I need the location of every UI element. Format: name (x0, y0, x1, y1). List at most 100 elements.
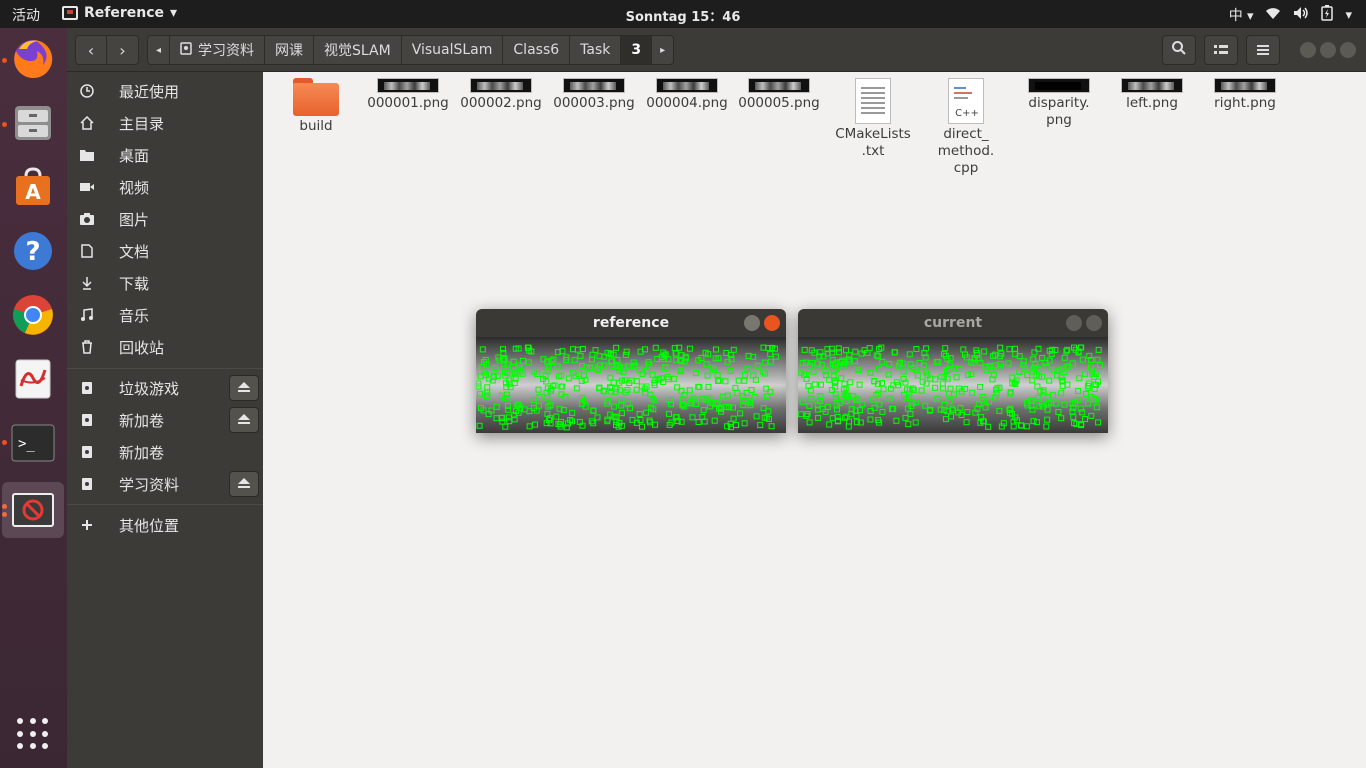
sidebar-item-desktop[interactable]: 桌面 (67, 140, 263, 170)
camera-icon (79, 211, 95, 227)
file-name: right.png (1214, 95, 1276, 111)
sidebar-device-3[interactable]: 新加卷 (67, 437, 263, 467)
view-mode-button[interactable] (1204, 35, 1238, 65)
firefox-icon[interactable] (8, 34, 58, 84)
sidebar-item-label: 回收站 (119, 338, 165, 357)
close-button[interactable] (764, 315, 780, 331)
image-thumbnail (377, 78, 439, 93)
close-button[interactable] (1086, 315, 1102, 331)
document-viewer-icon[interactable] (8, 354, 58, 404)
file-item[interactable]: right.png (1200, 78, 1290, 112)
file-item[interactable]: C++ direct_ method. cpp (921, 78, 1011, 177)
folder-icon (293, 78, 339, 116)
sidebar-device-1[interactable]: 垃圾游戏 (67, 373, 263, 403)
sidebar-item-music[interactable]: 音乐 (67, 300, 263, 330)
minimize-button[interactable] (744, 315, 760, 331)
breadcrumb-item[interactable]: Task (570, 36, 622, 64)
sidebar-item-label: 学习资料 (119, 475, 180, 494)
file-cabinet-icon[interactable] (8, 98, 58, 148)
breadcrumb-item[interactable]: 视觉SLAM (314, 36, 402, 64)
file-item-build[interactable]: build (271, 78, 361, 135)
image-thumbnail (470, 78, 532, 93)
file-item[interactable]: 000002.png (456, 78, 546, 112)
help-icon[interactable]: ? (8, 226, 58, 276)
breadcrumb-label: Class6 (513, 42, 560, 58)
back-button[interactable]: ‹ (75, 35, 107, 65)
eject-icon (237, 379, 251, 397)
eject-button[interactable] (229, 375, 259, 401)
sidebar-item-downloads[interactable]: 下载 (67, 268, 263, 298)
app-menu[interactable]: Reference ▾ (62, 5, 177, 21)
breadcrumb-item[interactable]: VisualSLam (402, 36, 504, 64)
activities-button[interactable]: 活动 (12, 5, 40, 25)
sidebar-other-locations[interactable]: 其他位置 (67, 510, 263, 540)
file-item[interactable]: 000003.png (549, 78, 639, 112)
file-item[interactable]: disparity. png (1014, 78, 1104, 129)
minimize-button[interactable] (1066, 315, 1082, 331)
forward-button[interactable]: › (107, 35, 139, 65)
input-method-menu[interactable]: 中 ▾ (1229, 5, 1254, 25)
sidebar-item-pictures[interactable]: 图片 (67, 204, 263, 234)
close-button[interactable] (1340, 42, 1356, 58)
sidebar-item-documents[interactable]: 文档 (67, 236, 263, 266)
eject-button[interactable] (229, 407, 259, 433)
breadcrumb-current[interactable]: 3 (621, 36, 653, 64)
reference-window[interactable]: reference (476, 309, 786, 433)
sidebar-item-trash[interactable]: 回收站 (67, 332, 263, 362)
software-store-icon[interactable]: A (8, 162, 58, 212)
search-button[interactable] (1162, 35, 1196, 65)
maximize-button[interactable] (1320, 42, 1336, 58)
file-item[interactable]: CMakeLists .txt (828, 78, 918, 160)
battery-icon (1321, 5, 1334, 25)
sidebar-device-4[interactable]: 学习资料 (67, 469, 263, 499)
sidebar-item-label: 主目录 (119, 114, 165, 133)
breadcrumb-item[interactable]: 网课 (265, 36, 315, 64)
sidebar-device-2[interactable]: 新加卷 (67, 405, 263, 435)
file-item[interactable]: left.png (1107, 78, 1197, 112)
breadcrumb-label: 学习资料 (198, 43, 255, 59)
dock: A ? >_ (0, 28, 67, 768)
clock-icon (79, 83, 95, 99)
drive-icon (79, 412, 95, 428)
image-thumbnail (1214, 78, 1276, 93)
breadcrumb-item[interactable]: Class6 (503, 36, 571, 64)
breadcrumb-scroll-right[interactable]: ▸ (652, 36, 673, 64)
clock[interactable]: Sonntag 15：46 (626, 10, 741, 25)
app-menu-label: Reference (84, 5, 165, 21)
minimize-button[interactable] (1300, 42, 1316, 58)
system-tray[interactable]: 中 ▾ ▾ (1229, 5, 1352, 25)
sidebar-item-label: 音乐 (119, 306, 150, 325)
download-icon (79, 275, 95, 291)
sidebar-item-label: 垃圾游戏 (119, 379, 180, 398)
breadcrumb-scroll-left[interactable]: ◂ (148, 36, 171, 64)
terminal-icon[interactable]: >_ (8, 418, 58, 468)
window-title: current (923, 315, 983, 331)
feature-image (798, 337, 1108, 433)
blocked-window-icon[interactable] (2, 482, 64, 538)
chrome-icon[interactable] (8, 290, 58, 340)
file-item[interactable]: 000004.png (642, 78, 732, 112)
show-applications-button[interactable] (17, 718, 49, 750)
sidebar-item-recent[interactable]: 最近使用 (67, 76, 263, 106)
video-icon (79, 179, 95, 195)
file-manager-header: ‹ › ◂ 学习资料 网课 视觉SLAM VisualSLam Class6 T… (67, 28, 1366, 72)
image-thumbnail (656, 78, 718, 93)
current-window[interactable]: current (798, 309, 1108, 433)
breadcrumb-item[interactable]: 学习资料 (170, 36, 266, 64)
breadcrumb-label: 3 (631, 42, 642, 58)
sidebar-item-videos[interactable]: 视频 (67, 172, 263, 202)
eject-button[interactable] (229, 471, 259, 497)
file-name: 000003.png (553, 95, 635, 111)
sidebar-item-home[interactable]: 主目录 (67, 108, 263, 138)
drive-icon (180, 41, 192, 59)
file-item[interactable]: 000001.png (363, 78, 453, 112)
eject-icon (237, 411, 251, 429)
sidebar-item-label: 文档 (119, 242, 150, 261)
feature-image (476, 337, 786, 433)
file-item[interactable]: 000005.png (734, 78, 824, 112)
svg-text:C++: C++ (955, 108, 979, 119)
menu-button[interactable] (1246, 35, 1280, 65)
caret-left-icon: ◂ (156, 44, 162, 56)
drive-icon (79, 444, 95, 460)
sidebar-item-label: 最近使用 (119, 82, 180, 101)
